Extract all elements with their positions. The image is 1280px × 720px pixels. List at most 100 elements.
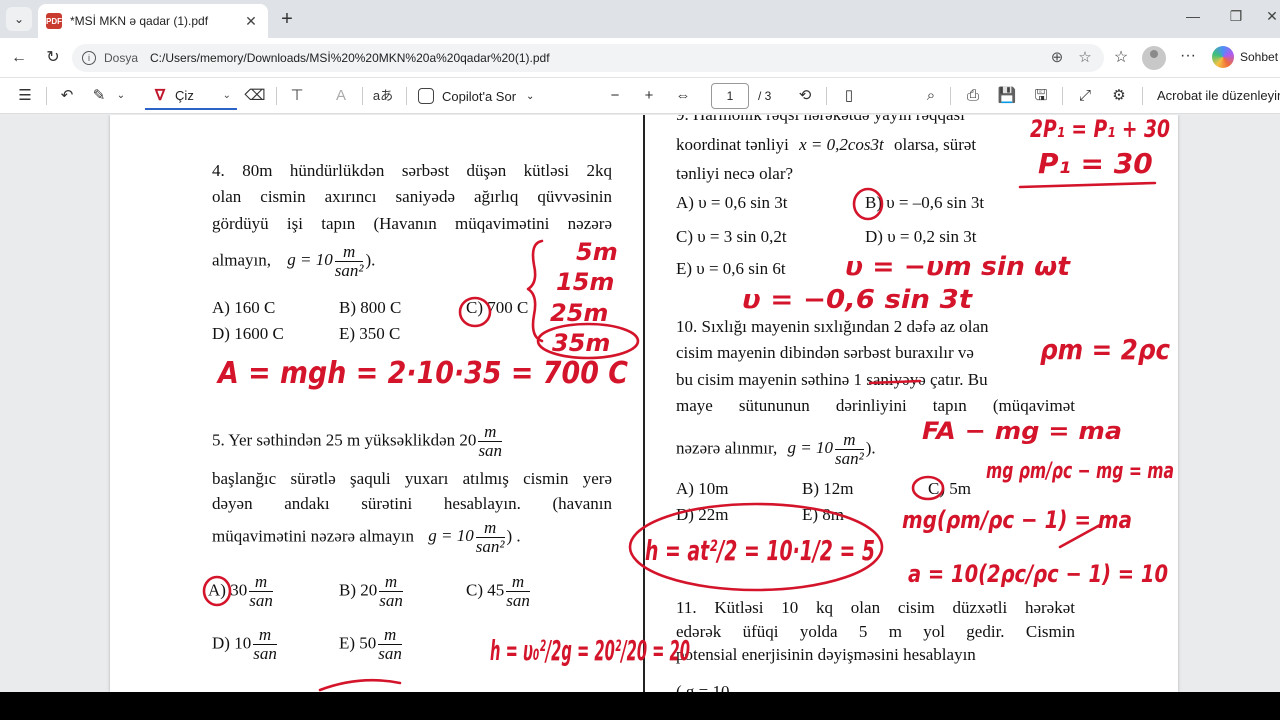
fit-width-icon[interactable]: ⇔ — [672, 85, 694, 107]
q5-opt-d-text: D) 10 — [212, 633, 252, 653]
info-icon[interactable]: i — [82, 51, 96, 65]
frac-den: san — [379, 591, 403, 610]
tab-pdf-document[interactable]: PDF *MSİ MKN ə qadar (1).pdf ✕ — [38, 4, 268, 38]
frac-num: m — [253, 626, 277, 645]
q10-line2: cisim mayenin dibindən sərbəst buraxılır… — [676, 343, 974, 362]
q9-option-b: B) υ = –0,6 sin 3t — [865, 193, 985, 212]
acrobat-edit-button[interactable]: Acrobat ile düzenleyin — [1157, 88, 1280, 103]
ask-copilot-button[interactable]: Copilot'a Sor ⌄ — [418, 85, 534, 107]
zoom-in-icon[interactable]: + — [638, 85, 660, 107]
ink-p1-eq: 2P₁ = P₁ + 30 — [1030, 115, 1170, 143]
minimize-icon[interactable]: — — [1183, 8, 1203, 24]
highlight-icon[interactable]: ✎ — [88, 85, 110, 107]
read-aloud-icon[interactable]: aあ — [372, 85, 394, 107]
toolbar-separator — [406, 87, 407, 105]
q4-g: g = 10 — [287, 250, 333, 270]
frac-den: san² — [835, 449, 864, 468]
tab-close-icon[interactable]: ✕ — [242, 13, 260, 30]
tab-strip: ⌄ PDF *MSİ MKN ə qadar (1).pdf ✕ + — ❐ ✕ — [0, 0, 1280, 38]
unit-fraction: m san — [249, 573, 273, 610]
q9-line1: koordinat tənliyi x = 0,2cos3t olarsa, s… — [676, 132, 976, 158]
ink-work-formula: A = mgh = 2·10·35 = 700 C — [216, 356, 628, 391]
search-icon[interactable]: ⌕ — [920, 85, 942, 107]
reload-icon[interactable]: ↻ — [42, 47, 64, 69]
q9-option-c: C) υ = 3 sin 0,2t — [676, 227, 787, 246]
q5-option-c: C) 45 m san — [466, 573, 532, 610]
q11-line3: potensial enerjisinin dəyişməsini hesabl… — [676, 645, 976, 664]
q9-option-a: A) υ = 0,6 sin 3t — [676, 193, 788, 212]
q5-option-e: E) 50 m san — [339, 626, 404, 663]
fullscreen-icon[interactable]: ⤢ — [1074, 85, 1096, 107]
zoom-out-icon[interactable]: − — [604, 85, 626, 107]
copilot-pdf-icon — [418, 88, 434, 104]
q5-line3: dəyən andakı sürətini hesablayın. (havan… — [212, 494, 612, 513]
restore-icon[interactable]: ❐ — [1226, 8, 1246, 25]
ink-circle-h-formula — [628, 502, 884, 592]
settings-gear-icon[interactable]: ⚙ — [1108, 85, 1130, 107]
favorite-star-icon[interactable]: ☆ — [1074, 47, 1096, 69]
rotate-icon[interactable]: ⟲ — [794, 85, 816, 107]
contents-list-icon[interactable]: ☰ — [14, 85, 36, 107]
frac-den: san² — [475, 537, 505, 556]
page-view-icon[interactable]: ▯ — [838, 85, 860, 107]
frac-num: m — [378, 626, 402, 645]
column-divider — [643, 115, 645, 692]
ink-density-relation: ρm = 2ρc — [1040, 333, 1170, 366]
copilot-label: Copilot'a Sor — [442, 88, 517, 104]
tab-actions-chevron-icon[interactable]: ⌄ — [6, 7, 32, 31]
ink-25m: 25m — [550, 299, 608, 327]
more-menu-icon[interactable]: ··· — [1178, 47, 1198, 65]
text-box-icon[interactable]: ⊤ — [286, 85, 308, 107]
ink-h-formula: h = at²/2 = 10·1/2 = 5 — [645, 534, 875, 567]
save-icon[interactable]: 💾 — [996, 85, 1018, 107]
q4-line4-pre: almayın, — [212, 250, 272, 270]
print-icon[interactable]: ⎙ — [962, 85, 984, 107]
pdf-viewer[interactable]: 4. 80m hündürlükdən sərbəst düşən kütləs… — [0, 115, 1280, 692]
window-close-icon[interactable]: ✕ — [1262, 8, 1280, 25]
draw-chevron-icon[interactable]: ⌄ — [223, 90, 237, 101]
q9-option-e: E) υ = 0,6 sin 6t — [676, 259, 786, 278]
ink-15m: 15m — [556, 268, 614, 296]
favorites-icon[interactable]: ☆ — [1110, 47, 1132, 69]
address-bar[interactable]: i Dosya C:/Users/memory/Downloads/MSİ%20… — [72, 44, 1104, 72]
ink-velocity-answer: υ = −0,6 sin 3t — [742, 285, 974, 315]
new-tab-button[interactable]: + — [276, 8, 298, 30]
pdf-toolbar: ☰ ↶ ✎ ⌄ ∇ Çiz ⌄ ⌫ ⊤ A aあ Copilot'a Sor ⌄… — [0, 78, 1280, 114]
undo-icon[interactable]: ↶ — [56, 85, 78, 107]
eraser-icon[interactable]: ⌫ — [244, 85, 266, 107]
toolbar-separator — [950, 87, 951, 105]
pdf-page: 4. 80m hündürlükdən sərbəst düşən kütləs… — [110, 115, 1178, 692]
q5-line4: müqavimətini nəzərə almayın g = 10 m san²)… — [212, 519, 521, 556]
toolbar-separator — [276, 87, 277, 105]
q9-equation: x = 0,2cos3t — [799, 135, 884, 154]
browser-window: ⌄ PDF *MSİ MKN ə qadar (1).pdf ✕ + — ❐ ✕… — [0, 0, 1280, 692]
tab-title: *MSİ MKN ə qadar (1).pdf — [70, 14, 209, 28]
unit-fraction: m san — [506, 573, 530, 610]
back-arrow-icon[interactable]: ← — [8, 47, 30, 69]
save-as-icon[interactable]: 🖫 — [1030, 85, 1052, 107]
zoom-icon[interactable]: ⊕ — [1046, 47, 1068, 69]
pdf-icon: PDF — [46, 13, 62, 29]
q5-opt-b-text: B) 20 — [339, 580, 378, 600]
q10-line5-post: ). — [865, 438, 876, 458]
toolbar-separator — [1142, 87, 1143, 105]
draw-button[interactable]: ∇ Çiz ⌄ — [145, 82, 237, 110]
toolbar-separator — [1062, 87, 1063, 105]
ink-newton-1: FA − mg = ma — [922, 417, 1122, 445]
copilot-icon[interactable] — [1212, 46, 1234, 68]
q4-option-d: D) 1600 C — [212, 324, 284, 343]
q10-fraction-g: m san² — [835, 431, 864, 468]
page-number-input[interactable]: 1 — [711, 83, 749, 109]
highlight-chevron-icon[interactable]: ⌄ — [114, 85, 128, 107]
q5-line4-post: ) . — [506, 526, 521, 546]
ink-brace — [526, 239, 544, 343]
profile-avatar[interactable] — [1142, 46, 1166, 70]
q4-option-a: A) 160 C — [212, 298, 276, 317]
ink-strike — [1058, 523, 1102, 549]
sohbet-button[interactable]: Sohbet — [1240, 50, 1278, 64]
q9-line1-pre: koordinat tənliyi — [676, 135, 789, 154]
address-url[interactable]: C:/Users/memory/Downloads/MSİ%20%20MKN%2… — [150, 51, 550, 65]
q10-line4: maye sütununun dərinliyini tapın (müqavi… — [676, 396, 1075, 415]
text-format-icon[interactable]: A — [330, 85, 352, 107]
q11-line4: ( g = 10 — [676, 682, 730, 692]
